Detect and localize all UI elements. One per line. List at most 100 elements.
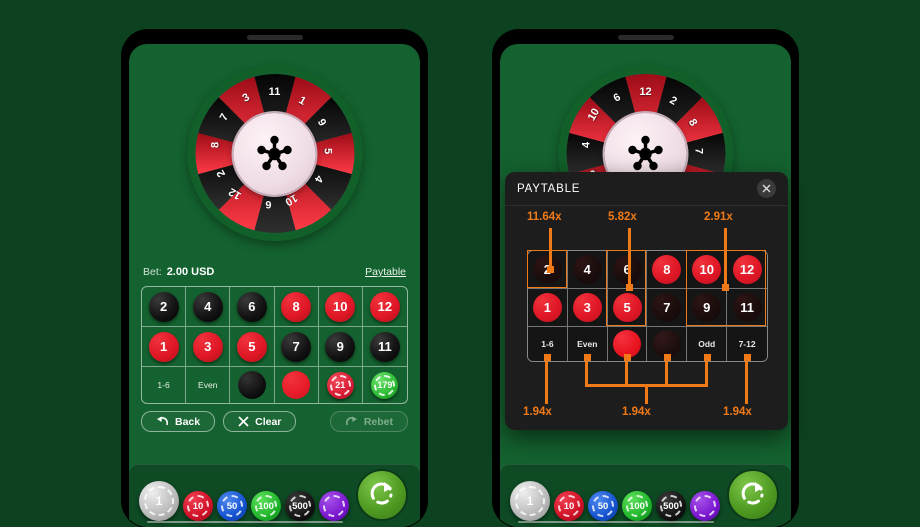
wheel-number: 8 [209, 141, 222, 148]
bet-cell-7[interactable]: 7 [274, 327, 319, 367]
paytable-ball: 7 [652, 293, 682, 322]
bet-ball: 8 [281, 291, 312, 322]
chip-10[interactable]: 10 [554, 491, 584, 521]
placed-chip: 179 [371, 371, 399, 399]
connector-odd [705, 358, 708, 386]
spin-button[interactable] [727, 469, 779, 521]
bet-bar: Bet: 2.00 USD Paytable [129, 262, 420, 282]
bet-ball: 10 [325, 291, 356, 322]
chip-10[interactable]: 10 [183, 491, 213, 521]
bet-cell-5[interactable]: 5 [230, 327, 275, 367]
bet-amount-group: Bet: 2.00 USD [143, 262, 214, 280]
spin-button[interactable] [356, 469, 408, 521]
phone-notch [617, 35, 674, 40]
paytable-cell-5: 5 [607, 289, 648, 327]
chip-tray-right: 1 10 50 100 500 [500, 464, 791, 527]
multiplier-outside-mid: 1.94x [622, 406, 651, 418]
chip-1[interactable]: 1 [510, 481, 550, 521]
connector-even [585, 358, 588, 386]
bet-cell-8[interactable]: 8 [274, 287, 319, 327]
paytable-cell-label: Even [577, 339, 598, 349]
bet-value: 2.00 USD [166, 266, 215, 278]
chip-purple[interactable] [690, 491, 720, 521]
paytable-modal: PAYTABLE 2 4 6 8 10 12 1 3 5 7 9 111-6Ev… [505, 172, 788, 430]
paytable-cell-3: 3 [567, 289, 608, 327]
game-screen-left: 11 1 9 5 4 10 6 12 2 8 7 3 Bet: 2.00 USD… [129, 44, 420, 527]
paytable-title: PAYTABLE [517, 182, 581, 195]
connector-pair [628, 228, 631, 288]
bet-color-swatch [237, 371, 266, 399]
paytable-grid: 2 4 6 8 10 12 1 3 5 7 9 111-6EvenOdd7-12 [527, 250, 768, 362]
multiplier-outside-right: 1.94x [723, 406, 752, 418]
spin-refresh-icon [367, 478, 397, 513]
chip-value: 100 [258, 500, 274, 512]
connector-node [547, 266, 554, 273]
connector-node [722, 284, 729, 291]
paytable-ball: 4 [572, 255, 602, 284]
bet-cell-outside[interactable] [275, 367, 319, 403]
bet-cell-outside[interactable]: Even [186, 367, 231, 403]
bet-cell-outside[interactable]: 179 [363, 367, 407, 403]
screenshot-stage: 11 1 9 5 4 10 6 12 2 8 7 3 Bet: 2.00 USD… [0, 0, 920, 527]
connector-node [626, 284, 633, 291]
paytable-cell-4: 4 [567, 251, 608, 289]
wheel-number: 5 [321, 147, 334, 154]
bet-cell-10[interactable]: 10 [318, 287, 363, 327]
chip-500[interactable]: 500 [285, 491, 315, 521]
paytable-cell-1: 1 [528, 289, 568, 327]
bet-cell-11[interactable]: 11 [362, 327, 407, 367]
bet-cell-outside[interactable]: 1-6 [142, 367, 187, 403]
paytable-cell-9: 9 [687, 289, 728, 327]
paytable-ball: 3 [572, 293, 602, 322]
chip-value: 100 [629, 500, 645, 512]
chip-scroll-track[interactable] [147, 521, 343, 523]
paytable-header: PAYTABLE [505, 172, 788, 206]
bet-cell-6[interactable]: 6 [230, 287, 275, 327]
chip-value: 50 [226, 500, 238, 512]
chip-100[interactable]: 100 [622, 491, 652, 521]
bet-cell-outside[interactable]: 21 [319, 367, 363, 403]
rebet-button[interactable]: Rebet [329, 411, 408, 432]
bet-cell-12[interactable]: 12 [362, 287, 407, 327]
clear-label: Clear [255, 415, 282, 428]
connector-outside-right [745, 358, 748, 404]
connector-quad [724, 228, 727, 288]
bet-grid-wrap: 2 4 6 8 10 12 1 3 5 7 9 11 1-6 Even 21 179 [141, 286, 408, 404]
bet-color-swatch [282, 371, 311, 399]
bet-cell-4[interactable]: 4 [186, 287, 231, 327]
chip-100[interactable]: 100 [251, 491, 281, 521]
chip-50[interactable]: 50 [588, 491, 618, 521]
paytable-link[interactable]: Paytable [365, 266, 406, 278]
bet-ball: 9 [325, 331, 356, 362]
chip-scroll-track[interactable] [518, 521, 714, 523]
paytable-cell-7: 7 [647, 289, 688, 327]
paytable-ball: 12 [732, 255, 762, 284]
undo-arrow-icon [156, 416, 169, 427]
back-button[interactable]: Back [141, 411, 216, 432]
chip-purple[interactable] [319, 491, 349, 521]
bet-cell-2[interactable]: 2 [142, 287, 187, 327]
bet-ball: 11 [369, 331, 400, 362]
chip-value: 10 [563, 500, 575, 512]
phone-notch [246, 35, 303, 40]
paytable-cell-label: 1-6 [541, 339, 554, 349]
multiplier-outside-left: 1.94x [523, 406, 552, 418]
paytable-cell-label: Odd [698, 339, 716, 349]
wheel-hub-star-icon [233, 112, 316, 195]
paytable-ball: 8 [652, 255, 682, 284]
connector-single [549, 228, 552, 270]
paytable-ball: 5 [612, 293, 642, 322]
paytable-cell-12: 12 [727, 251, 767, 289]
close-icon[interactable] [757, 179, 776, 198]
bet-cell-9[interactable]: 9 [318, 327, 363, 367]
chip-value: 10 [192, 500, 204, 512]
bet-cell-outside[interactable] [230, 367, 275, 403]
bet-cell-1[interactable]: 1 [142, 327, 187, 367]
clear-button[interactable]: Clear [223, 411, 297, 432]
chip-500[interactable]: 500 [656, 491, 686, 521]
chip-50[interactable]: 50 [217, 491, 247, 521]
chip-1[interactable]: 1 [139, 481, 179, 521]
chip-selector: 1 10 50 100 500 [139, 481, 349, 521]
roulette-wheel-left[interactable]: 11 1 9 5 4 10 6 12 2 8 7 3 [187, 66, 362, 241]
bet-cell-3[interactable]: 3 [186, 327, 231, 367]
